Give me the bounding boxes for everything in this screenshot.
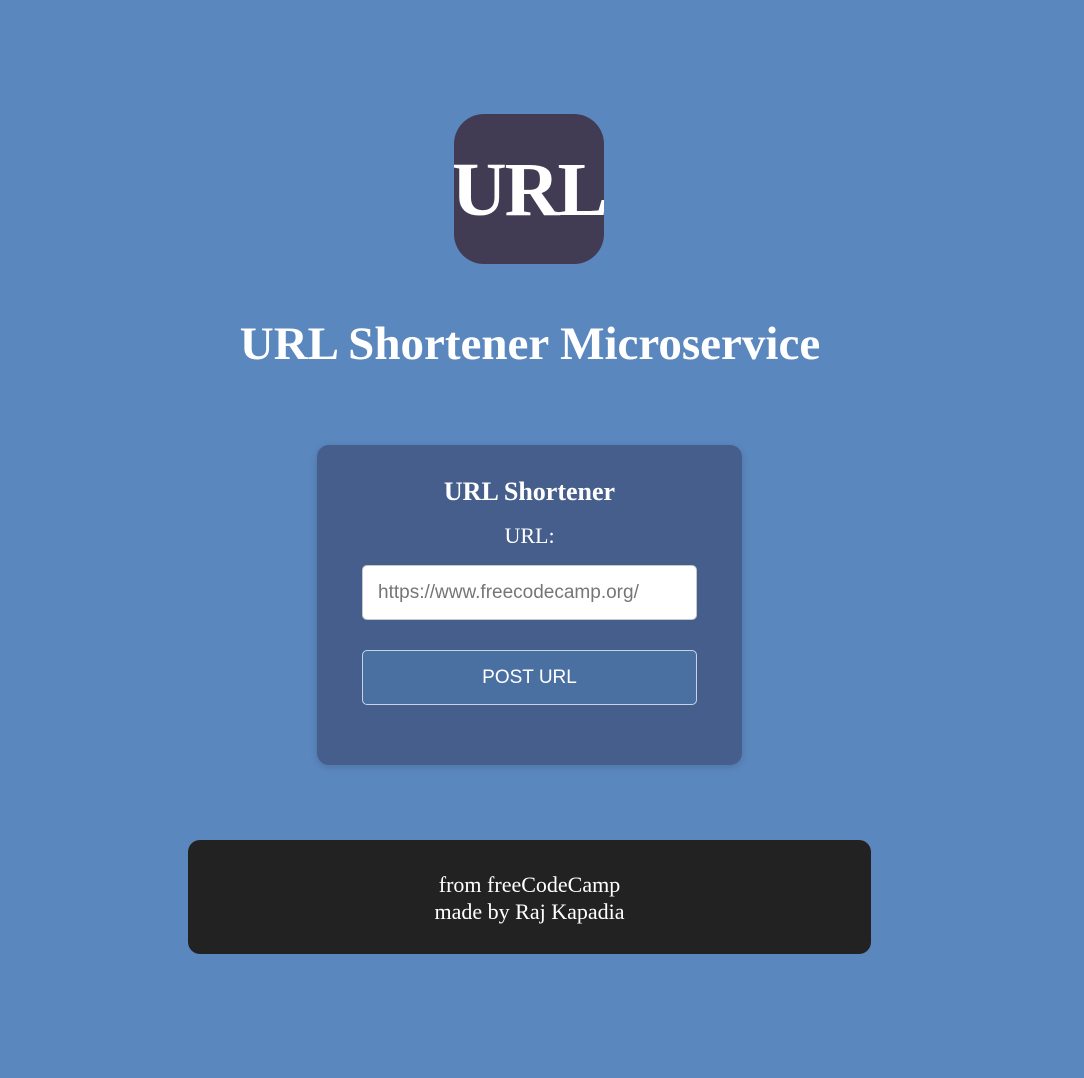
url-input[interactable]: [362, 565, 697, 620]
footer-author: made by Raj Kapadia: [434, 899, 625, 924]
logo-text: URL: [454, 148, 604, 232]
form-title: URL Shortener: [443, 477, 616, 506]
post-url-button[interactable]: POST URL: [362, 650, 697, 705]
app-logo: URL: [454, 114, 604, 264]
page-title: URL Shortener Microservice: [239, 318, 821, 370]
url-shortener-form: URL Shortener URL: POST URL: [317, 445, 742, 765]
footer-source: from freeCodeCamp: [438, 872, 621, 897]
footer: from freeCodeCamp made by Raj Kapadia: [188, 840, 871, 954]
url-field-label: URL:: [504, 523, 555, 548]
